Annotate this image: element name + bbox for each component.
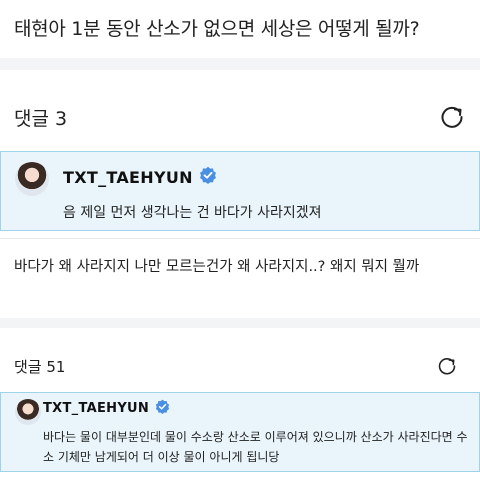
refresh-icon[interactable] (438, 103, 466, 131)
avatar[interactable] (15, 399, 41, 425)
artist-reply: TXT_TAEHYUN 음 제일 먼저 생각나는 건 바다가 사라지겠져 (0, 151, 480, 231)
divider (0, 238, 480, 239)
refresh-icon[interactable] (436, 355, 458, 377)
comments-header: 댓글 3 (0, 90, 480, 144)
verified-badge-icon (155, 399, 170, 418)
reply-text: 음 제일 먼저 생각나는 건 바다가 사라지겠져 (63, 205, 322, 221)
avatar[interactable] (15, 162, 49, 196)
comments-header: 댓글 51 (0, 342, 480, 390)
comments-count-label: 댓글 3 (14, 107, 68, 130)
comments-count-label: 댓글 51 (14, 357, 66, 376)
section-divider (0, 318, 480, 328)
username-text: TXT_TAEHYUN (63, 167, 193, 187)
verified-badge-icon (199, 166, 217, 188)
section-divider (0, 58, 480, 70)
user-comment-text: 바다가 왜 사라지지 나만 모르는건가 왜 사라지지..? 왜지 뭐지 뭘까 (14, 259, 420, 275)
reply-text: 바다는 물이 대부분인데 물이 수소랑 산소로 이루어져 있으니까 산소가 사라… (43, 430, 468, 464)
reply-username[interactable]: TXT_TAEHYUN (43, 399, 170, 418)
username-text: TXT_TAEHYUN (43, 401, 150, 416)
question-text: 태현아 1분 동안 산소가 없으면 세상은 어떻게 될까? (14, 18, 420, 40)
artist-reply: TXT_TAEHYUN 바다는 물이 대부분인데 물이 수소랑 산소로 이루어져… (0, 392, 480, 472)
reply-username[interactable]: TXT_TAEHYUN (63, 166, 217, 188)
